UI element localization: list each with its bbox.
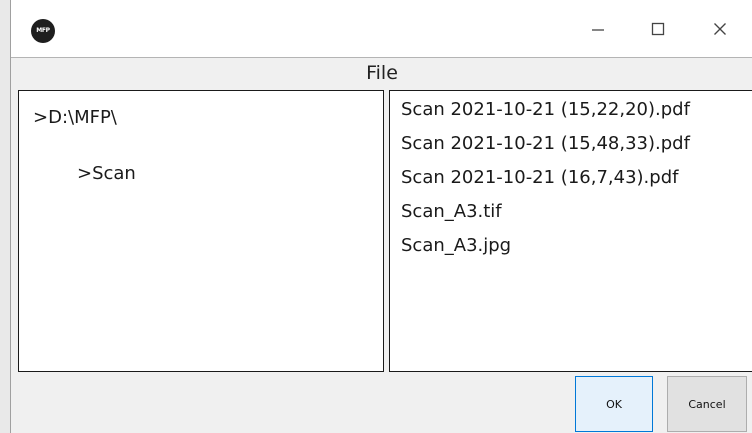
ok-button[interactable]: OK bbox=[575, 376, 653, 432]
maximize-icon bbox=[651, 22, 665, 36]
file-list-item[interactable]: Scan_A3.jpg bbox=[401, 235, 511, 256]
close-icon bbox=[714, 23, 726, 35]
file-list-item[interactable]: Scan 2021-10-21 (15,48,33).pdf bbox=[401, 133, 690, 154]
file-list-item[interactable]: Scan_A3.tif bbox=[401, 201, 502, 222]
file-header-label: File bbox=[366, 62, 398, 84]
mfp-app-icon: MFP bbox=[31, 19, 55, 43]
file-dialog-window: MFP File >D:\MFP\ >Scan Scan 2021-10-21 … bbox=[10, 0, 752, 433]
file-list-item[interactable]: Scan 2021-10-21 (16,7,43).pdf bbox=[401, 167, 678, 188]
file-list-item[interactable]: Scan 2021-10-21 (15,22,20).pdf bbox=[401, 99, 690, 120]
minimize-button[interactable] bbox=[573, 0, 623, 58]
folder-tree-panel[interactable]: >D:\MFP\ >Scan bbox=[18, 90, 384, 372]
folder-item-scan[interactable]: >Scan bbox=[77, 163, 136, 184]
folder-item-root[interactable]: >D:\MFP\ bbox=[33, 107, 117, 128]
close-button[interactable] bbox=[695, 0, 745, 58]
title-bar[interactable]: MFP bbox=[11, 0, 752, 58]
maximize-button[interactable] bbox=[633, 0, 683, 58]
file-list-panel[interactable]: Scan 2021-10-21 (15,22,20).pdf Scan 2021… bbox=[389, 90, 752, 372]
minimize-icon bbox=[592, 29, 604, 31]
cancel-button[interactable]: Cancel bbox=[667, 376, 747, 432]
